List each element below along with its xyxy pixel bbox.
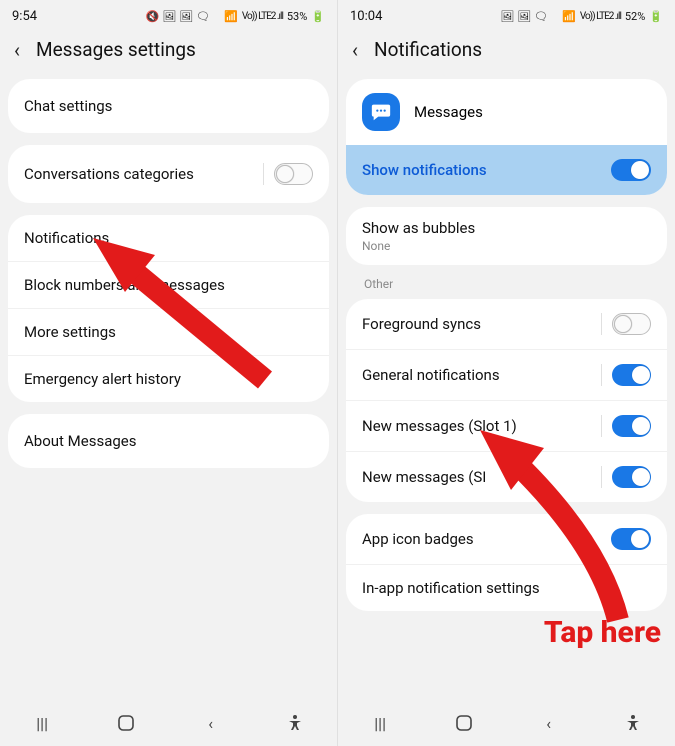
phone-left: 9:54 🔇🖼🖼🗨 📶 Vo)) LTE2 .ıll 53% 🔋 ‹ Messa…: [0, 0, 337, 746]
slot1-row[interactable]: New messages (Slot 1): [346, 400, 667, 451]
app-badges-row[interactable]: App icon badges: [346, 514, 667, 564]
home-icon-r[interactable]: [453, 712, 475, 734]
app-badges-toggle[interactable]: [611, 528, 651, 550]
titlebar-right: ‹ Notifications: [338, 28, 675, 79]
block-label: Block numbers and messages: [24, 276, 225, 294]
about-row[interactable]: About Messages: [8, 414, 329, 468]
signal-left: Vo)) LTE2 .ıll: [242, 11, 283, 22]
emergency-label: Emergency alert history: [24, 370, 181, 388]
other-section-label: Other: [346, 277, 667, 299]
chat-settings-row[interactable]: Chat settings: [8, 79, 329, 133]
chat-settings-label: Chat settings: [24, 97, 112, 115]
statusbar-left: 9:54 🔇🖼🖼🗨 📶 Vo)) LTE2 .ıll 53% 🔋: [0, 0, 337, 28]
about-label: About Messages: [24, 432, 136, 450]
page-title-right: Notifications: [374, 38, 482, 61]
show-notifications-row[interactable]: Show notifications: [346, 145, 667, 195]
accessibility-icon[interactable]: [284, 712, 306, 734]
general-label: General notifications: [362, 366, 500, 384]
foreground-toggle[interactable]: [612, 313, 651, 335]
bubbles-label: Show as bubbles: [362, 219, 475, 237]
notifications-row[interactable]: Notifications: [8, 215, 329, 261]
back-nav-icon[interactable]: ‹: [200, 712, 222, 734]
signal-right: Vo)) LTE2 .ıll: [580, 11, 621, 22]
battery-right: 52%: [625, 10, 645, 23]
conv-categories-row[interactable]: Conversations categories: [8, 145, 329, 203]
navbar-right: ||| ‹: [338, 702, 675, 746]
slot1-label: New messages (Slot 1): [362, 417, 517, 435]
general-toggle[interactable]: [612, 364, 651, 386]
app-badges-label: App icon badges: [362, 530, 474, 548]
statusbar-right: 10:04 🖼🖼🗨 📶 Vo)) LTE2 .ıll 52% 🔋: [338, 0, 675, 28]
sim-toggle[interactable]: [612, 466, 651, 488]
foreground-label: Foreground syncs: [362, 315, 481, 333]
show-notifications-toggle[interactable]: [611, 159, 651, 181]
app-name-label: Messages: [414, 103, 483, 121]
time-right: 10:04: [350, 9, 382, 24]
recents-icon[interactable]: |||: [31, 712, 53, 734]
sim-label: New messages (SI: [362, 468, 486, 486]
conv-categories-toggle[interactable]: [274, 163, 313, 185]
battery-left: 53%: [287, 10, 307, 23]
app-header: Messages: [346, 79, 667, 145]
show-notifications-label: Show notifications: [362, 161, 487, 179]
messages-app-icon: [362, 93, 400, 131]
back-nav-icon-r[interactable]: ‹: [538, 712, 560, 734]
block-row[interactable]: Block numbers and messages: [8, 261, 329, 308]
inapp-label: In-app notification settings: [362, 579, 540, 597]
page-title-left: Messages settings: [36, 38, 196, 61]
general-row[interactable]: General notifications: [346, 349, 667, 400]
phone-right: 10:04 🖼🖼🗨 📶 Vo)) LTE2 .ıll 52% 🔋 ‹ Notif…: [337, 0, 675, 746]
bubbles-value: None: [362, 239, 475, 253]
more-settings-label: More settings: [24, 323, 116, 341]
time-left: 9:54: [12, 9, 37, 24]
back-icon[interactable]: ‹: [14, 40, 20, 60]
foreground-row[interactable]: Foreground syncs: [346, 299, 667, 349]
recents-icon-r[interactable]: |||: [369, 712, 391, 734]
accessibility-icon-r[interactable]: [622, 712, 644, 734]
inapp-row[interactable]: In-app notification settings: [346, 564, 667, 611]
bubbles-row[interactable]: Show as bubbles None: [346, 207, 667, 265]
slot1-toggle[interactable]: [612, 415, 651, 437]
notifications-label: Notifications: [24, 229, 109, 247]
more-settings-row[interactable]: More settings: [8, 308, 329, 355]
sim-row[interactable]: New messages (SI: [346, 451, 667, 502]
conv-categories-label: Conversations categories: [24, 165, 194, 183]
navbar-left: ||| ‹: [0, 702, 337, 746]
titlebar-left: ‹ Messages settings: [0, 28, 337, 79]
emergency-row[interactable]: Emergency alert history: [8, 355, 329, 402]
home-icon[interactable]: [115, 712, 137, 734]
status-icons-left: 🔇🖼🖼🗨: [146, 10, 211, 23]
status-icons-right: 🖼🖼🗨: [500, 10, 548, 23]
back-icon-right[interactable]: ‹: [352, 40, 358, 60]
